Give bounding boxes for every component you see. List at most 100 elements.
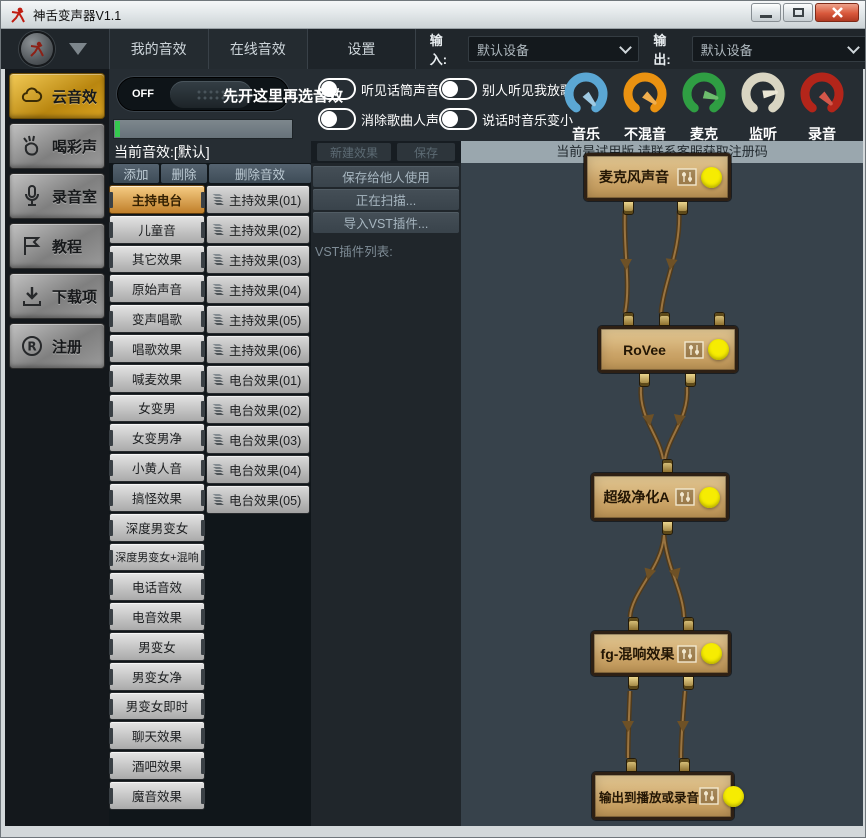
node-rovee[interactable]: RoVee (598, 326, 738, 373)
tab-settings[interactable]: 设置 (308, 29, 416, 69)
mixer-sliders-icon[interactable] (677, 645, 697, 663)
preset-item[interactable]: 主持效果(03) (206, 245, 310, 274)
mixer-sliders-icon[interactable] (675, 488, 695, 506)
input-device-select[interactable]: 默认设备 (468, 36, 639, 62)
effect-list-header: 添加 删除 删除音效 (109, 163, 315, 185)
output-device-select[interactable]: 默认设备 (692, 36, 866, 62)
category-item[interactable]: 电话音效 (109, 572, 205, 601)
toggle-label: 听见话筒声音 (361, 80, 439, 99)
save-for-others-button[interactable]: 保存给他人使用 (313, 166, 459, 187)
scanning-button[interactable]: 正在扫描... (313, 189, 459, 210)
node-status-light[interactable] (723, 786, 744, 807)
no-mix-knob[interactable]: 不混音 (621, 70, 669, 144)
sidebar-item-downloads[interactable]: 下载项 (9, 273, 105, 319)
sidebar-item-cloud-effects[interactable]: 云音效 (9, 73, 105, 119)
output-jack (683, 676, 694, 690)
preset-label: 主持效果(04) (229, 280, 301, 299)
toggle-others-hear-music[interactable] (439, 78, 477, 100)
node-super-purify-a[interactable]: 超级净化A (591, 473, 729, 521)
preset-item[interactable]: 电台效果(02) (206, 395, 310, 424)
category-item[interactable]: 酒吧效果 (109, 751, 205, 780)
node-mic-source[interactable]: 麦克风声音 (584, 153, 731, 201)
preset-item[interactable]: 电台效果(03) (206, 425, 310, 454)
new-effect-button[interactable]: 新建效果 (317, 143, 391, 161)
category-item[interactable]: 搞怪效果 (109, 483, 205, 512)
toggle-duck-music[interactable] (439, 108, 477, 130)
music-knob[interactable]: 音乐 (562, 70, 610, 144)
preset-item[interactable]: 主持效果(05) (206, 305, 310, 334)
preset-stack-icon (211, 193, 226, 206)
preset-item[interactable]: 电台效果(05) (206, 485, 310, 514)
node-label: 输出到播放或录音 (595, 787, 699, 806)
vst-toprow: 新建效果 保存 (311, 141, 461, 163)
app-window: 神舌变声器V1.1 我的音效 在线音效 设置 输入: 默认设备 输 (0, 0, 866, 838)
mixer-sliders-icon[interactable] (699, 787, 719, 805)
mixer-sliders-icon[interactable] (677, 168, 697, 186)
logo-menu-button[interactable] (19, 31, 55, 67)
knob-dial-icon (739, 70, 787, 118)
save-button[interactable]: 保存 (397, 143, 455, 161)
category-item[interactable]: 唱歌效果 (109, 334, 205, 363)
category-item[interactable]: 魔音效果 (109, 781, 205, 810)
node-status-light[interactable] (699, 487, 720, 508)
add-button[interactable]: 添加 (113, 164, 159, 183)
sidebar-item-label: 注册 (52, 336, 82, 357)
toggle-knob (321, 111, 337, 127)
toggle-remove-vocals[interactable] (318, 108, 356, 130)
minimize-button[interactable] (751, 3, 781, 22)
toggle-label: 消除歌曲人声 (361, 110, 439, 129)
output-jack (623, 201, 634, 215)
node-status-light[interactable] (701, 643, 722, 664)
category-item[interactable]: 小黄人音 (109, 453, 205, 482)
content-area: 云音效 喝彩声 录音室 教程 (5, 69, 863, 826)
close-icon (831, 7, 844, 18)
maximize-button[interactable] (783, 3, 813, 22)
sidebar-item-register[interactable]: R 注册 (9, 323, 105, 369)
import-vst-button[interactable]: 导入VST插件... (313, 212, 459, 233)
mic-knob[interactable]: 麦克 (680, 70, 728, 144)
category-item[interactable]: 深度男变女 (109, 513, 205, 542)
sidebar-item-cheers[interactable]: 喝彩声 (9, 123, 105, 169)
record-knob[interactable]: 录音 (798, 70, 846, 144)
category-item[interactable]: 深度男变女+混响 (109, 543, 205, 572)
delete-button[interactable]: 删除 (161, 164, 207, 183)
toggle-hear-mic[interactable] (318, 78, 356, 100)
category-item[interactable]: 女变男 (109, 394, 205, 423)
output-jack (662, 521, 673, 535)
toggle-knob (321, 81, 337, 97)
close-button[interactable] (815, 3, 859, 22)
delete-effect-button[interactable]: 删除音效 (209, 164, 311, 183)
node-output-playback-record[interactable]: 输出到播放或录音 (592, 772, 734, 820)
category-item[interactable]: 女变男净 (109, 423, 205, 452)
node-status-light[interactable] (708, 339, 729, 360)
tab-my-effects[interactable]: 我的音效 (109, 29, 209, 69)
category-item[interactable]: 原始声音 (109, 274, 205, 303)
input-jack (679, 758, 690, 772)
category-item[interactable]: 其它效果 (109, 245, 205, 274)
preset-item[interactable]: 电台效果(01) (206, 365, 310, 394)
category-item[interactable]: 主持电台 (109, 185, 205, 214)
category-item[interactable]: 男变女净 (109, 662, 205, 691)
tab-online-effects[interactable]: 在线音效 (209, 29, 309, 69)
preset-item[interactable]: 主持效果(01) (206, 185, 310, 214)
node-graph-canvas[interactable]: 麦克风声音 RoVee (461, 163, 863, 826)
preset-item[interactable]: 主持效果(06) (206, 335, 310, 364)
menu-dropdown-arrow-icon[interactable] (69, 43, 87, 55)
node-fg-reverb[interactable]: fg-混响效果 (591, 631, 731, 676)
category-item[interactable]: 男变女即时 (109, 692, 205, 721)
category-item[interactable]: 变声唱歌 (109, 304, 205, 333)
sidebar-item-recording-studio[interactable]: 录音室 (9, 173, 105, 219)
monitor-knob[interactable]: 监听 (739, 70, 787, 144)
category-item[interactable]: 聊天效果 (109, 721, 205, 750)
preset-label: 电台效果(01) (229, 370, 301, 389)
category-item[interactable]: 男变女 (109, 632, 205, 661)
category-item[interactable]: 喊麦效果 (109, 364, 205, 393)
preset-item[interactable]: 主持效果(02) (206, 215, 310, 244)
mixer-sliders-icon[interactable] (684, 341, 704, 359)
node-status-light[interactable] (701, 167, 722, 188)
preset-item[interactable]: 主持效果(04) (206, 275, 310, 304)
category-item[interactable]: 儿童音 (109, 215, 205, 244)
sidebar-item-tutorial[interactable]: 教程 (9, 223, 105, 269)
category-item[interactable]: 电音效果 (109, 602, 205, 631)
preset-item[interactable]: 电台效果(04) (206, 455, 310, 484)
